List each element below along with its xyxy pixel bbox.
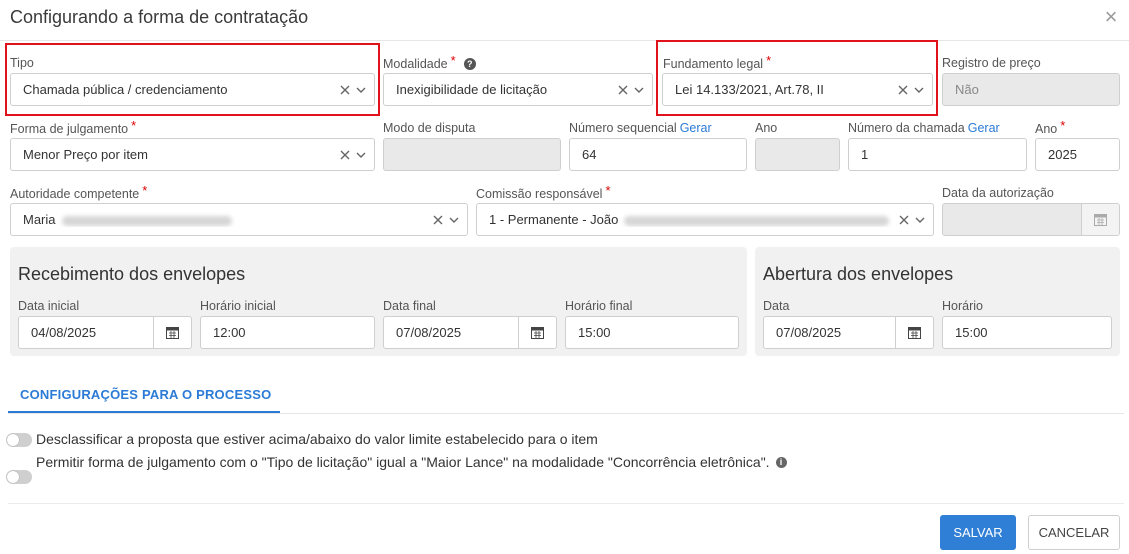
cancel-button[interactable]: CANCELAR: [1028, 515, 1120, 550]
clear-icon[interactable]: [338, 148, 352, 162]
chevron-down-icon[interactable]: [913, 213, 927, 227]
label-data-final: Data final: [383, 299, 436, 313]
label-ano-seq: Ano: [755, 121, 778, 135]
label-horario-final: Horário final: [565, 299, 633, 313]
label-horario-inicial: Horário inicial: [200, 299, 276, 313]
gerar-chamada-link[interactable]: Gerar: [968, 121, 1000, 135]
clear-icon[interactable]: [616, 83, 630, 97]
help-icon[interactable]: ?: [463, 57, 476, 70]
redacted-text: [61, 215, 232, 226]
clear-icon[interactable]: [431, 213, 445, 227]
chevron-down-icon[interactable]: [912, 83, 926, 97]
chevron-down-icon[interactable]: [354, 148, 368, 162]
autoridade-select[interactable]: Maria: [10, 203, 468, 236]
label-registro-preco: Registro de preço: [942, 56, 1041, 70]
ano-input[interactable]: 2025: [1035, 138, 1120, 171]
numero-sequencial-value: 64: [582, 147, 597, 162]
label-ano: Ano *: [1035, 118, 1066, 136]
forma-julgamento-select[interactable]: Menor Preço por item: [10, 138, 375, 171]
abertura-horario-input[interactable]: 15:00: [942, 316, 1112, 349]
registro-preco-field: Não: [942, 73, 1120, 106]
label-abertura-data: Data: [763, 299, 790, 313]
label-numero-sequencial: Número sequencial Gerar: [569, 121, 712, 135]
numero-sequencial-input[interactable]: 64: [569, 138, 747, 171]
label-autoridade: Autoridade competente *: [10, 183, 148, 201]
recebimento-title: Recebimento dos envelopes: [18, 264, 246, 284]
abertura-horario-value: 15:00: [955, 325, 988, 340]
toggle-permitir-julgamento[interactable]: [6, 470, 32, 484]
save-button[interactable]: SALVAR: [940, 515, 1016, 550]
clear-icon[interactable]: [897, 213, 911, 227]
modalidade-value: Inexigibilidade de licitação: [396, 82, 548, 97]
calendar-icon[interactable]: [153, 317, 191, 348]
clear-icon[interactable]: [338, 83, 352, 97]
fundamento-value: Lei 14.133/2021, Art.78, II: [675, 82, 824, 97]
label-modalidade: Modalidade *?: [383, 53, 476, 71]
label-fundamento: Fundamento legal *: [663, 53, 772, 71]
ano-value: 2025: [1048, 147, 1077, 162]
data-final-input[interactable]: 07/08/2025: [383, 316, 557, 349]
tab-configuracoes[interactable]: CONFIGURAÇÕES PARA O PROCESSO: [20, 387, 271, 402]
forma-julgamento-value: Menor Preço por item: [23, 147, 148, 162]
chevron-down-icon[interactable]: [632, 83, 646, 97]
label-numero-chamada: Número da chamada Gerar: [848, 121, 1000, 135]
label-data-autorizacao: Data da autorização: [942, 186, 1054, 200]
calendar-icon: [1081, 204, 1119, 235]
comissao-select[interactable]: 1 - Permanente - João: [476, 203, 934, 236]
numero-chamada-input[interactable]: 1: [848, 138, 1027, 171]
gerar-sequencial-link[interactable]: Gerar: [680, 121, 712, 135]
numero-chamada-value: 1: [861, 147, 869, 162]
close-icon[interactable]: ×: [1100, 6, 1122, 28]
chevron-down-icon[interactable]: [447, 213, 461, 227]
label-forma-julgamento: Forma de julgamento *: [10, 118, 137, 136]
autoridade-value: Maria: [23, 212, 56, 227]
info-icon[interactable]: i: [775, 456, 787, 468]
comissao-value: 1 - Permanente - João: [489, 212, 619, 227]
header-divider: [0, 40, 1129, 41]
option-permitir-label: Permitir forma de julgamento com o "Tipo…: [36, 454, 787, 470]
footer-divider: [8, 503, 1124, 504]
option-desclassificar-label: Desclassificar a proposta que estiver ac…: [36, 431, 598, 447]
abertura-title: Abertura dos envelopes: [763, 264, 954, 284]
label-comissao: Comissão responsável *: [476, 183, 611, 201]
tabs-divider: [8, 413, 1124, 414]
toggle-desclassificar[interactable]: [6, 433, 32, 447]
tipo-value: Chamada pública / credenciamento: [23, 82, 228, 97]
registro-preco-value: Não: [955, 82, 979, 97]
abertura-data-input[interactable]: 07/08/2025: [763, 316, 934, 349]
label-data-inicial: Data inicial: [18, 299, 80, 313]
calendar-icon[interactable]: [518, 317, 556, 348]
label-modo-disputa: Modo de disputa: [383, 121, 476, 135]
ano-seq-field: [755, 138, 840, 171]
data-inicial-input[interactable]: 04/08/2025: [18, 316, 192, 349]
label-abertura-horario: Horário: [942, 299, 983, 313]
modalidade-select[interactable]: Inexigibilidade de licitação: [383, 73, 653, 106]
horario-inicial-input[interactable]: 12:00: [200, 316, 375, 349]
horario-final-value: 15:00: [578, 325, 611, 340]
modo-disputa-field: [383, 138, 561, 171]
clear-icon[interactable]: [896, 83, 910, 97]
tipo-select[interactable]: Chamada pública / credenciamento: [10, 73, 375, 106]
horario-inicial-value: 12:00: [213, 325, 246, 340]
horario-final-input[interactable]: 15:00: [565, 316, 739, 349]
fundamento-select[interactable]: Lei 14.133/2021, Art.78, II: [662, 73, 933, 106]
data-autorizacao-field: [942, 203, 1120, 236]
label-tipo: Tipo: [10, 56, 34, 70]
redacted-text: [624, 215, 890, 226]
calendar-icon[interactable]: [895, 317, 933, 348]
dialog-title: Configurando a forma de contratação: [10, 7, 309, 27]
chevron-down-icon[interactable]: [354, 83, 368, 97]
